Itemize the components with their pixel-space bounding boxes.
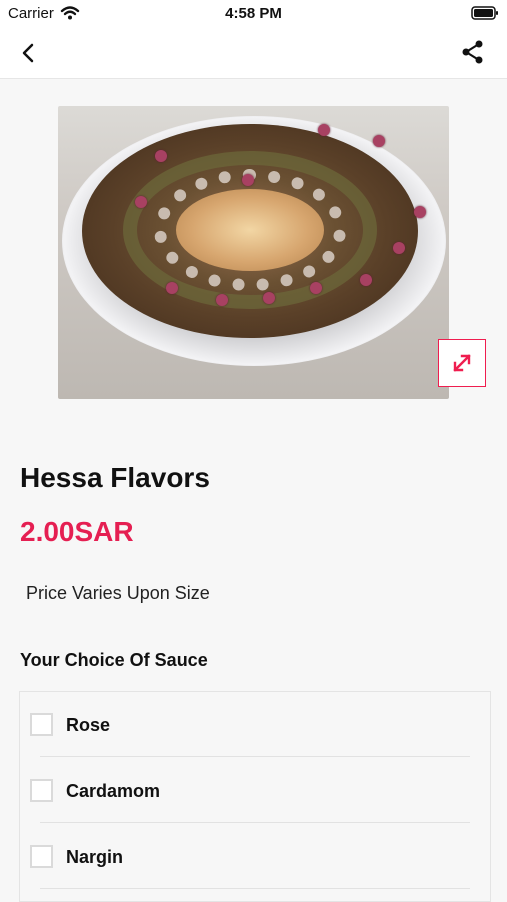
product-image[interactable] xyxy=(58,106,449,399)
cardamom-checkbox[interactable] xyxy=(30,779,53,802)
rose-checkbox[interactable] xyxy=(30,713,53,736)
price-note: Price Varies Upon Size xyxy=(26,583,210,603)
option-label: Nargin xyxy=(66,847,124,867)
expand-image-button[interactable] xyxy=(438,339,486,387)
sauce-options-list: Rose Cardamom Nargin xyxy=(19,691,491,902)
option-nargin[interactable]: Nargin xyxy=(20,824,490,890)
share-button[interactable] xyxy=(459,38,487,66)
divider xyxy=(40,756,470,757)
navigation-bar xyxy=(0,28,507,79)
option-rose[interactable]: Rose xyxy=(20,692,490,758)
divider xyxy=(40,822,470,823)
rose-decorations xyxy=(58,106,449,399)
sauce-section-heading: Your Choice Of Sauce xyxy=(20,650,208,670)
back-button[interactable] xyxy=(14,40,44,66)
option-cardamom[interactable]: Cardamom xyxy=(20,758,490,824)
status-time: 4:58 PM xyxy=(225,5,282,22)
battery-icon xyxy=(471,6,499,24)
expand-icon xyxy=(453,354,471,372)
product-price: 2.00SAR xyxy=(20,516,134,547)
chevron-left-icon xyxy=(22,43,34,63)
product-title: Hessa Flavors xyxy=(20,462,210,493)
share-icon xyxy=(462,40,483,64)
option-label: Cardamom xyxy=(66,781,161,801)
option-label: Rose xyxy=(66,715,111,735)
nargin-checkbox[interactable] xyxy=(30,845,53,868)
divider xyxy=(40,888,470,889)
status-bar: Carrier 4:58 PM xyxy=(0,0,507,28)
